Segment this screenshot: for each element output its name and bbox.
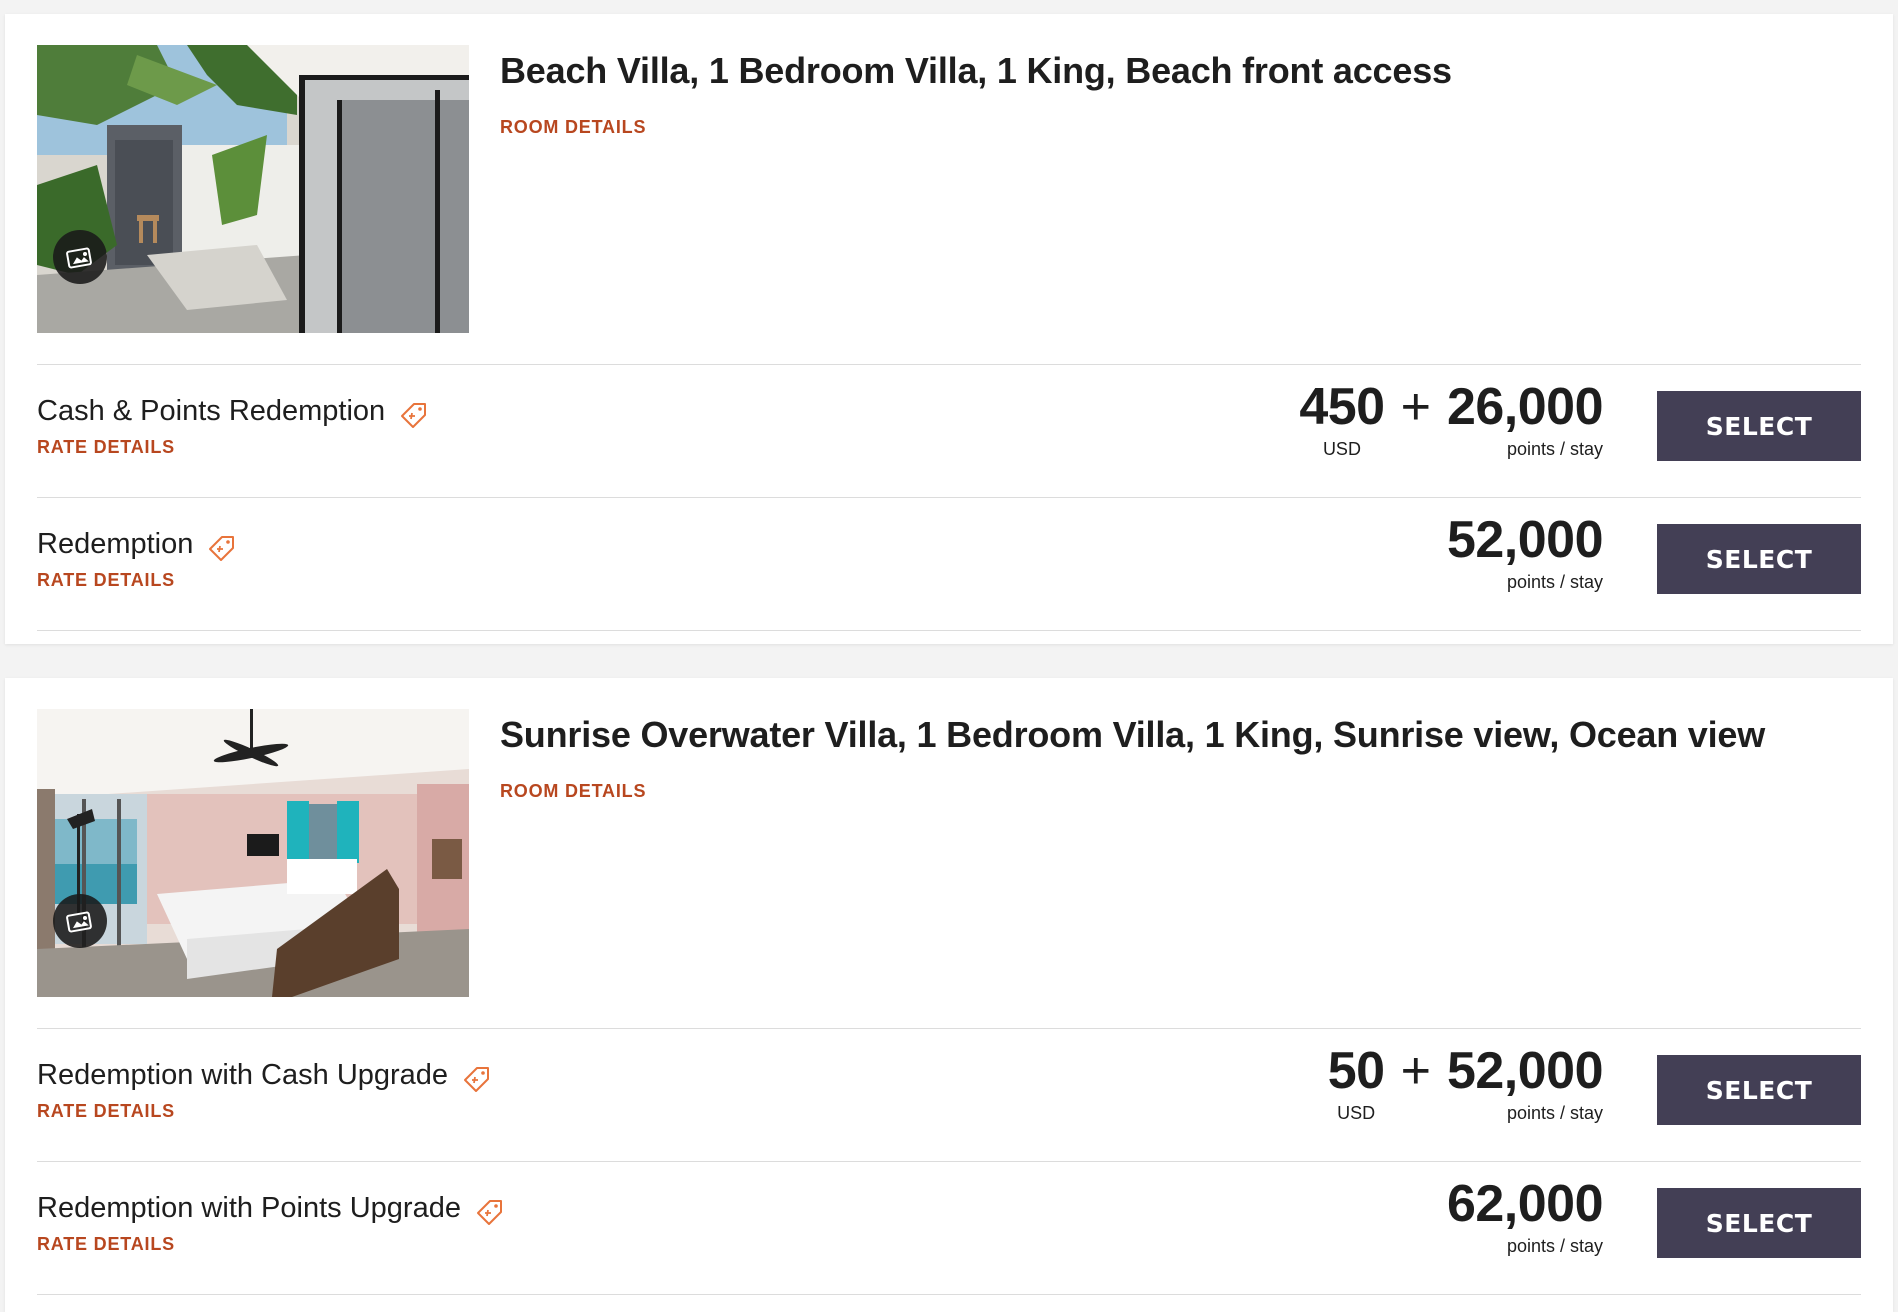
rate-row: Cash & Points Redemption RATE DETAILS 45… (37, 365, 1861, 497)
select-button[interactable]: SELECT (1657, 524, 1861, 594)
select-button[interactable]: SELECT (1657, 391, 1861, 461)
room-title: Sunrise Overwater Villa, 1 Bedroom Villa… (500, 714, 1766, 755)
price: 52,000 points / stay (1446, 510, 1604, 610)
price-tag-icon (209, 536, 235, 561)
room-details-link[interactable]: ROOM DETAILS (500, 781, 646, 802)
room-details-link[interactable]: ROOM DETAILS (500, 117, 646, 138)
points-amount: 52,000 (1446, 1042, 1604, 1100)
room-title: Beach Villa, 1 Bedroom Villa, 1 King, Be… (500, 50, 1452, 91)
gallery-icon[interactable] (53, 230, 107, 284)
select-button[interactable]: SELECT (1657, 1055, 1861, 1125)
plus-sign: + (1400, 378, 1431, 436)
price: 50 USD + 52,000 points / stay (1327, 1041, 1604, 1141)
room-header: Sunrise Overwater Villa, 1 Bedroom Villa… (37, 709, 1861, 997)
rate-name: Redemption with Cash Upgrade (37, 1058, 449, 1091)
gallery-icon[interactable] (53, 894, 107, 948)
room-photo[interactable] (37, 45, 469, 333)
rate-details-link[interactable]: RATE DETAILS (37, 570, 175, 591)
points-unit: points / stay (1506, 439, 1603, 459)
rate-name: Redemption with Points Upgrade (37, 1191, 461, 1224)
rate-name: Cash & Points Redemption (37, 394, 386, 427)
room-photo-image (37, 45, 469, 333)
cash-amount: 450 (1299, 378, 1385, 436)
plus-sign: + (1400, 1042, 1431, 1100)
points-unit: points / stay (1506, 1103, 1603, 1123)
points-unit: points / stay (1506, 1236, 1603, 1256)
divider (37, 1294, 1861, 1295)
divider (37, 630, 1861, 631)
rate-row: Redemption with Cash Upgrade RATE DETAIL… (37, 1029, 1861, 1161)
rate-row: Redemption with Points Upgrade RATE DETA… (37, 1162, 1861, 1294)
price-tag-icon (401, 403, 427, 428)
room-card: Sunrise Overwater Villa, 1 Bedroom Villa… (5, 678, 1893, 1312)
price-tag-icon (476, 1200, 502, 1225)
room-photo-image (37, 709, 469, 997)
price: 450 USD + 26,000 points / stay (1299, 377, 1603, 477)
points-amount: 62,000 (1446, 1175, 1604, 1233)
points-unit: points / stay (1506, 572, 1603, 592)
cash-unit: USD (1322, 439, 1361, 459)
price-tag-icon (464, 1067, 490, 1092)
rate-details-link[interactable]: RATE DETAILS (37, 1101, 175, 1122)
cash-unit: USD (1337, 1103, 1376, 1123)
rate-name: Redemption (37, 527, 194, 560)
room-header: Beach Villa, 1 Bedroom Villa, 1 King, Be… (37, 45, 1861, 333)
points-amount: 26,000 (1446, 378, 1604, 436)
rate-details-link[interactable]: RATE DETAILS (37, 437, 175, 458)
cash-amount: 50 (1327, 1042, 1385, 1100)
points-amount: 52,000 (1446, 511, 1604, 569)
price: 62,000 points / stay (1446, 1174, 1604, 1274)
room-card: Beach Villa, 1 Bedroom Villa, 1 King, Be… (5, 14, 1893, 644)
rate-details-link[interactable]: RATE DETAILS (37, 1234, 175, 1255)
select-button[interactable]: SELECT (1657, 1188, 1861, 1258)
rate-row: Redemption RATE DETAILS 52,000 points / … (37, 498, 1861, 630)
room-photo[interactable] (37, 709, 469, 997)
